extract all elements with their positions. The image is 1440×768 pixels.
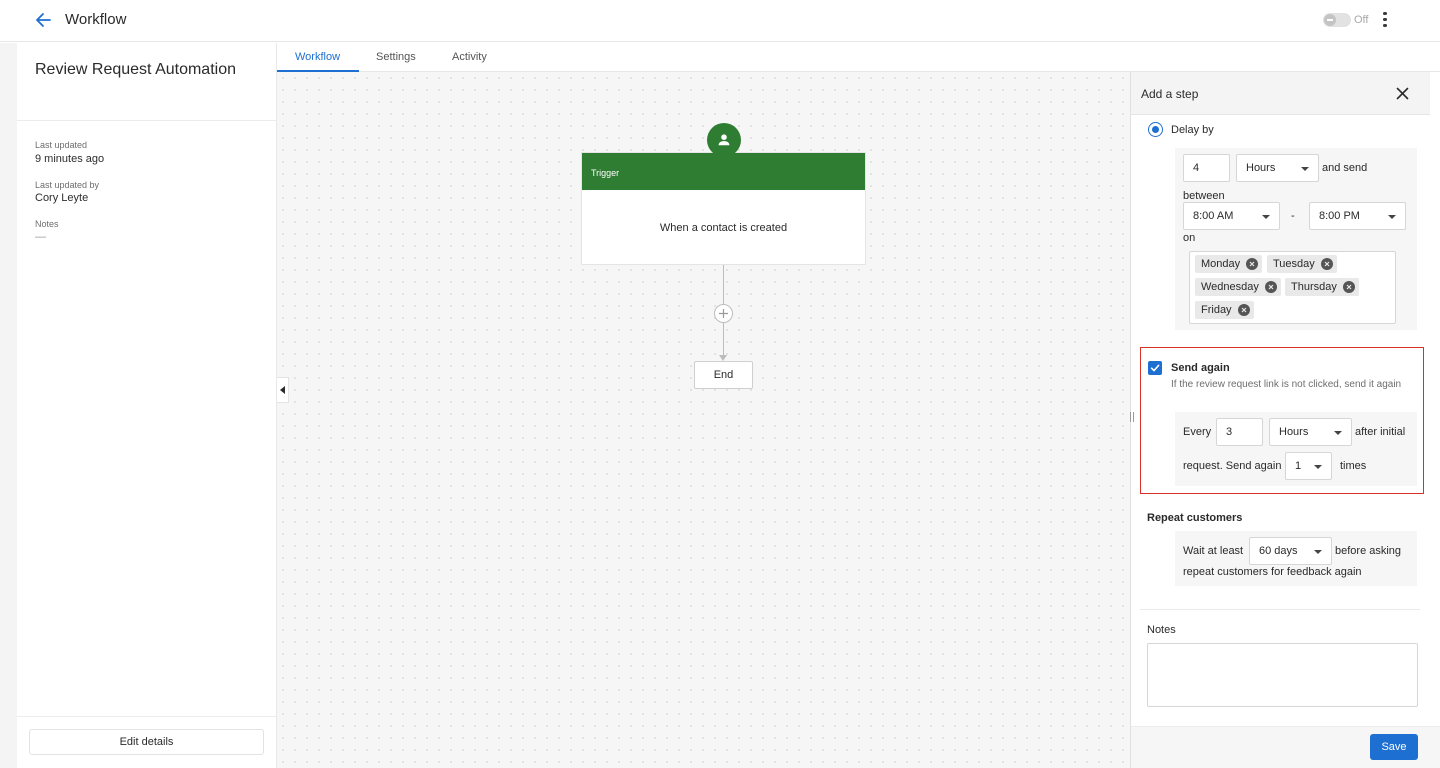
send-again-interval-input[interactable]: 3: [1216, 418, 1263, 446]
last-updated-label: Last updated: [35, 140, 88, 150]
panel-title: Add a step: [1141, 87, 1199, 101]
day-chip-label: Wednesday: [1201, 281, 1259, 293]
delay-by-radio[interactable]: [1148, 122, 1163, 137]
end-time-select[interactable]: 8:00 PM: [1309, 202, 1406, 230]
send-again-unit-select[interactable]: Hours: [1269, 418, 1352, 446]
last-updated-by-label: Last updated by: [35, 180, 100, 190]
tab-settings[interactable]: Settings: [376, 51, 416, 63]
collapse-panel-handle[interactable]: [277, 377, 289, 403]
trigger-header: Trigger: [582, 153, 865, 190]
top-bar: Workflow Off: [0, 0, 1440, 42]
workflow-name: Review Request Automation: [35, 61, 236, 78]
step-notes-textarea[interactable]: [1147, 643, 1418, 707]
workflow-details-panel: Review Request Automation Last updated 9…: [17, 43, 277, 768]
day-chip-label: Monday: [1201, 258, 1241, 270]
chevron-down-icon: [1262, 215, 1270, 219]
chevron-down-icon: [1314, 550, 1322, 554]
delay-unit-value: Hours: [1246, 162, 1276, 174]
end-time-value: 8:00 PM: [1319, 210, 1360, 222]
every-text: Every: [1183, 426, 1212, 438]
panel-resize-handle[interactable]: [1130, 412, 1134, 422]
repeat-period-select[interactable]: 60 days: [1249, 537, 1332, 565]
chevron-down-icon: [1388, 215, 1396, 219]
chevron-down-icon: [1301, 167, 1309, 171]
panel-header: Add a step: [1131, 72, 1430, 115]
day-chip-wednesday: Wednesday: [1195, 278, 1281, 296]
trigger-label: Trigger: [591, 168, 620, 178]
start-time-select[interactable]: 8:00 AM: [1183, 202, 1280, 230]
page-title: Workflow: [65, 11, 127, 28]
day-chip-tuesday: Tuesday: [1267, 255, 1337, 273]
start-time-value: 8:00 AM: [1193, 210, 1234, 222]
trigger-description: When a contact is created: [659, 222, 788, 234]
close-circle-icon[interactable]: [1237, 304, 1250, 316]
divider: [17, 120, 276, 121]
close-circle-icon[interactable]: [1264, 281, 1277, 293]
day-chip-label: Friday: [1201, 304, 1232, 316]
notes-label: Notes: [35, 219, 59, 229]
toggle-status-label: Off: [1354, 14, 1369, 26]
day-chip-friday: Friday: [1195, 301, 1254, 319]
send-again-description: If the review request link is not clicke…: [1171, 379, 1402, 390]
edit-details-button[interactable]: Edit details: [29, 729, 264, 755]
repeat-customers-heading: Repeat customers: [1147, 512, 1243, 524]
divider: [17, 716, 276, 717]
last-updated-by-value: Cory Leyte: [35, 192, 89, 204]
back-arrow-icon[interactable]: [34, 10, 54, 30]
send-again-label: Send again: [1171, 362, 1230, 374]
times-text: times: [1340, 460, 1367, 472]
person-icon: [718, 134, 730, 146]
left-gutter: [0, 43, 17, 768]
day-chip-monday: Monday: [1195, 255, 1263, 273]
connector-line: [723, 323, 724, 356]
tab-activity[interactable]: Activity: [452, 51, 487, 63]
send-again-times-select[interactable]: 1: [1285, 452, 1332, 480]
chevron-down-icon: [1334, 431, 1342, 435]
before-asking-text: before asking: [1335, 545, 1402, 557]
day-chip-label: Thursday: [1291, 281, 1337, 293]
chevron-down-icon: [1314, 465, 1322, 469]
close-circle-icon[interactable]: [1246, 258, 1259, 270]
between-text: between: [1183, 190, 1225, 202]
send-again-unit-value: Hours: [1279, 426, 1309, 438]
send-again-checkbox[interactable]: [1148, 361, 1162, 375]
trigger-node[interactable]: Trigger When a contact is created: [581, 152, 866, 265]
trigger-avatar: [707, 123, 741, 157]
workflow-toggle[interactable]: [1323, 13, 1351, 27]
close-icon[interactable]: [1395, 86, 1410, 101]
delay-amount-input[interactable]: 4: [1183, 154, 1230, 182]
connector-line: [723, 265, 724, 304]
tab-bar: Workflow Settings Activity: [277, 43, 1440, 72]
wait-at-least-text: Wait at least: [1183, 545, 1244, 557]
repeat-customers-tail-text: repeat customers for feedback again: [1183, 566, 1362, 578]
end-node[interactable]: End: [694, 361, 753, 389]
divider: [1140, 609, 1420, 610]
notes-value: —: [35, 231, 46, 243]
more-vertical-icon[interactable]: [1378, 10, 1392, 30]
add-step-button[interactable]: [714, 304, 733, 323]
repeat-period-value: 60 days: [1259, 545, 1298, 557]
last-updated-value: 9 minutes ago: [35, 153, 105, 165]
close-circle-icon[interactable]: [1342, 281, 1355, 293]
time-range-dash: -: [1291, 210, 1295, 222]
save-button[interactable]: Save: [1370, 734, 1418, 760]
request-send-again-text: request. Send again: [1183, 460, 1282, 472]
delay-unit-select[interactable]: Hours: [1236, 154, 1319, 182]
on-text: on: [1183, 232, 1196, 244]
step-notes-label: Notes: [1147, 624, 1176, 636]
after-initial-text: after initial: [1355, 426, 1406, 438]
day-chip-label: Tuesday: [1273, 258, 1315, 270]
close-circle-icon[interactable]: [1320, 258, 1333, 270]
send-again-times-value: 1: [1295, 460, 1302, 472]
toggle-knob: [1324, 14, 1336, 26]
caret-left-icon: [280, 386, 285, 394]
delay-by-label: Delay by: [1171, 124, 1214, 136]
tab-workflow[interactable]: Workflow: [295, 51, 340, 63]
plus-icon: [719, 309, 728, 318]
day-chip-thursday: Thursday: [1285, 278, 1359, 296]
check-icon: [1150, 364, 1160, 372]
and-send-text: and send: [1322, 162, 1368, 174]
